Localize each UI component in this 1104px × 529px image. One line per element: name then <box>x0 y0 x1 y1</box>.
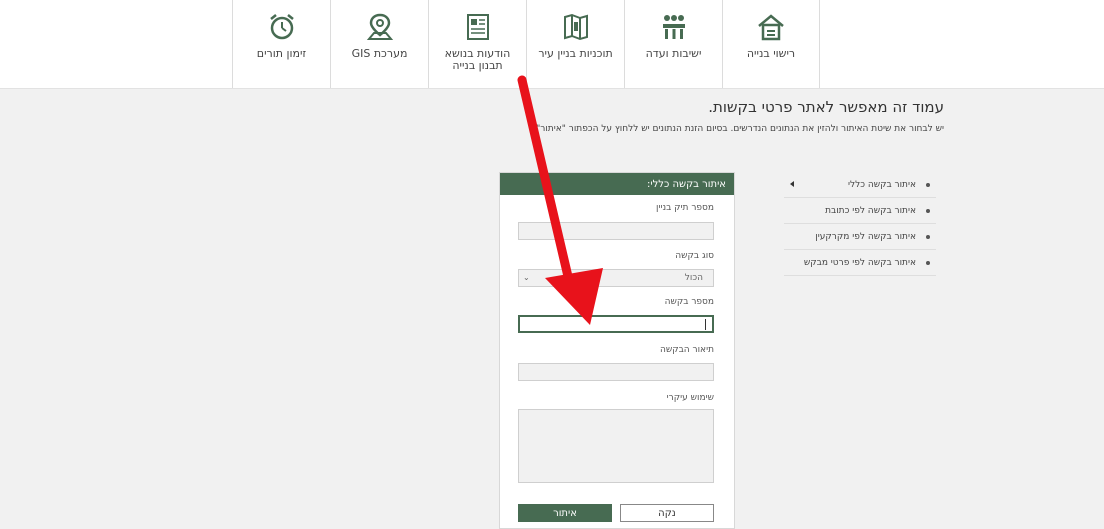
main-nav: רישוי בנייה ישיבות ועדה תוכניות בניין עי… <box>232 0 820 88</box>
nav-item-planning-notices[interactable]: הודעות בנושא תבנון בנייה <box>428 0 526 88</box>
nav-label: הודעות בנושא תבנון בנייה <box>444 47 511 72</box>
side-item-label: איתור בקשה לפי פרטי מבקש <box>803 257 916 268</box>
text-cursor <box>705 319 706 330</box>
general-search-form: איתור בקשה כללי: מספר תיק בניין סוג בקשה… <box>499 172 735 529</box>
side-item-by-land[interactable]: איתור בקשה לפי מקרקעין <box>784 224 936 250</box>
document-icon <box>466 14 489 40</box>
nav-label: זימון תורים <box>256 47 307 60</box>
description-label: תיאור הבקשה <box>659 345 714 355</box>
nav-label: רישוי בנייה <box>746 47 796 60</box>
side-item-label: איתור בקשה לפי מקרקעין <box>815 231 916 242</box>
alarm-clock-icon <box>269 14 294 40</box>
search-method-menu: איתור בקשה כללי איתור בקשה לפי כתובת אית… <box>784 172 936 276</box>
page-title: עמוד זה מאפשר לאתר פרטי בקשות. <box>708 98 944 116</box>
file-number-input[interactable] <box>518 222 714 240</box>
request-number-input[interactable] <box>518 315 714 333</box>
side-item-by-address[interactable]: איתור בקשה לפי כתובת <box>784 198 936 224</box>
search-button[interactable]: איתור <box>518 504 612 522</box>
clear-button[interactable]: נקה <box>620 504 714 522</box>
nav-label: ישיבות ועדה <box>645 47 702 60</box>
main-usage-textarea[interactable] <box>518 409 714 483</box>
meeting-icon <box>662 15 685 39</box>
map-book-icon <box>563 13 588 41</box>
description-input[interactable] <box>518 363 714 381</box>
side-item-label: איתור בקשה לפי כתובת <box>825 205 916 216</box>
main-usage-label: שימוש עיקרי <box>666 393 714 403</box>
nav-item-appointments[interactable]: זימון תורים <box>232 0 330 88</box>
page-instructions: יש לבחור את שיטת האיתור ולהזין את הנתוני… <box>536 124 944 134</box>
form-header: איתור בקשה כללי: <box>500 173 734 195</box>
nav-label: מערכת GIS <box>351 47 408 60</box>
nav-item-committee-meetings[interactable]: ישיבות ועדה <box>624 0 722 88</box>
request-type-select[interactable]: הכול ⌄ <box>518 269 714 287</box>
side-item-by-applicant[interactable]: איתור בקשה לפי פרטי מבקש <box>784 250 936 276</box>
nav-item-city-plans[interactable]: תוכניות בניין עיר <box>526 0 624 88</box>
nav-item-building-licensing[interactable]: רישוי בנייה <box>722 0 820 88</box>
bullet-icon <box>926 234 930 239</box>
chevron-down-icon: ⌄ <box>523 273 530 282</box>
house-icon <box>758 14 784 41</box>
side-item-general-search[interactable]: איתור בקשה כללי <box>784 172 936 198</box>
request-number-label: מספר בקשה <box>664 297 714 307</box>
file-number-label: מספר תיק בניין <box>656 203 714 213</box>
top-navigation-bar: רישוי בנייה ישיבות ועדה תוכניות בניין עי… <box>0 0 1104 89</box>
bullet-icon <box>926 260 930 265</box>
nav-label: תוכניות בניין עיר <box>538 47 613 60</box>
map-pin-icon <box>366 13 393 40</box>
side-item-label: איתור בקשה כללי <box>847 179 916 190</box>
request-type-value: הכול <box>684 273 703 283</box>
selected-arrow-icon <box>790 181 794 187</box>
bullet-icon <box>926 182 930 187</box>
nav-item-gis-system[interactable]: מערכת GIS <box>330 0 428 88</box>
request-type-label: סוג בקשה <box>675 251 714 261</box>
bullet-icon <box>926 208 930 213</box>
